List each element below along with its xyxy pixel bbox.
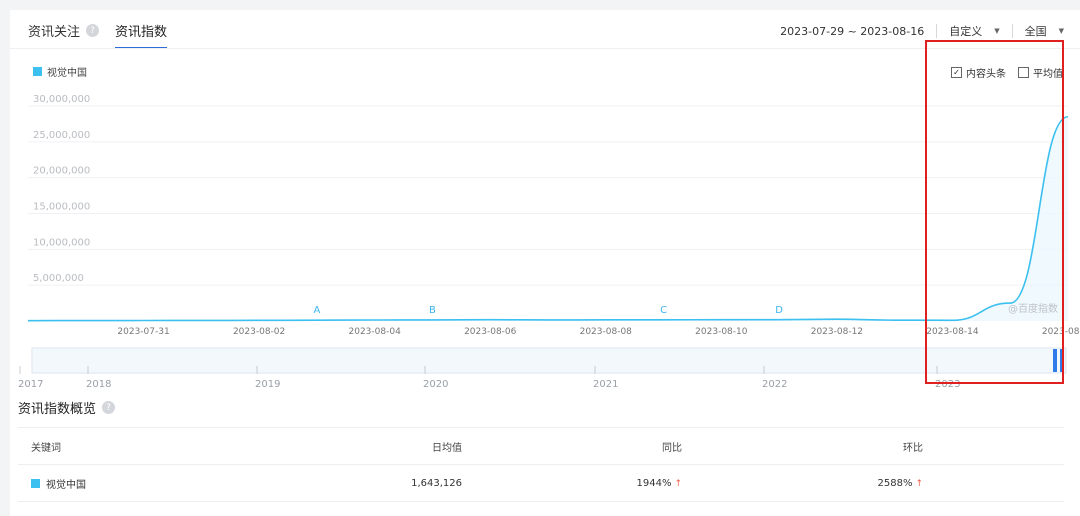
navigator-year-label: 2018 <box>86 379 111 390</box>
header-mom: 环比 <box>903 442 923 454</box>
x-tick-label: 2023-08-06 <box>464 327 517 337</box>
annotation-label: C <box>660 305 667 316</box>
annotation-label: A <box>313 305 320 316</box>
y-tick-label: 20,000,000 <box>33 166 90 177</box>
x-tick-label: 2023-08-14 <box>926 327 979 337</box>
up-arrow-icon: ↑ <box>915 478 923 489</box>
navigator-year-label: 2022 <box>762 379 787 390</box>
overview-title: 资讯指数概览 ? <box>18 398 116 417</box>
y-tick-label: 5,000,000 <box>33 273 84 284</box>
keyword-swatch <box>31 478 40 488</box>
annotation-label: B <box>429 305 436 316</box>
yoy-value: 1944% <box>636 477 672 489</box>
x-tick-label: 2023-08-12 <box>811 327 863 337</box>
x-tick-label: 2023-08-10 <box>695 327 748 337</box>
watermark-text: @百度指数 <box>1008 302 1058 315</box>
overview-table: 关键词 日均值 同比 环比 视觉中国 1,643,126 1944% ↑ 2588… <box>18 427 1064 502</box>
overview-title-label: 资讯指数概览 <box>18 402 97 417</box>
navigator-handle[interactable] <box>1060 349 1064 372</box>
navigator-handle[interactable] <box>1053 349 1057 372</box>
keyword-label: 视觉中国 <box>46 479 86 491</box>
series-area <box>28 116 1068 321</box>
navigator-year-label: 2019 <box>255 379 280 390</box>
navigator-year-label: 2017 <box>18 379 43 390</box>
x-tick-label: 2023-08-04 <box>349 327 402 337</box>
up-arrow-icon: ↑ <box>674 478 682 489</box>
row-keyword: 视觉中国 <box>18 476 361 491</box>
table-header: 关键词 日均值 同比 环比 <box>18 427 1064 465</box>
header-yoy: 同比 <box>662 442 682 454</box>
x-tick-label: 2023-08-08 <box>580 327 633 337</box>
y-tick-label: 10,000,000 <box>33 237 90 248</box>
navigator-track <box>31 347 1067 374</box>
row-mom: 2588% ↑ <box>682 477 924 489</box>
series-line <box>27 115 1069 322</box>
y-tick-label: 15,000,000 <box>33 202 90 213</box>
navigator-year-label: 2020 <box>423 379 448 390</box>
row-yoy: 1944% ↑ <box>462 477 683 489</box>
row-daily-avg: 1,643,126 <box>411 477 462 489</box>
table-row: 视觉中国 1,643,126 1944% ↑ 2588% ↑ <box>18 465 1064 502</box>
question-icon[interactable]: ? <box>102 401 116 414</box>
header-keyword: 关键词 <box>31 442 61 454</box>
annotation-label: D <box>775 305 783 316</box>
x-tick-label: 2023-08-02 <box>233 327 285 337</box>
navigator-year-label: 2021 <box>593 379 618 390</box>
line-chart[interactable]: 30,000,000 25,000,000 20,000,000 15,000,000… <box>0 0 1080 400</box>
y-tick-label: 30,000,000 <box>33 94 90 105</box>
mom-value: 2588% <box>877 477 913 489</box>
navigator-year-label: 2023 <box>935 379 960 390</box>
y-tick-label: 25,000,000 <box>33 130 90 141</box>
x-tick-label: 2023-08-16 <box>1042 327 1080 337</box>
x-tick-label: 2023-07-31 <box>117 327 169 337</box>
header-daily-avg: 日均值 <box>432 442 462 454</box>
